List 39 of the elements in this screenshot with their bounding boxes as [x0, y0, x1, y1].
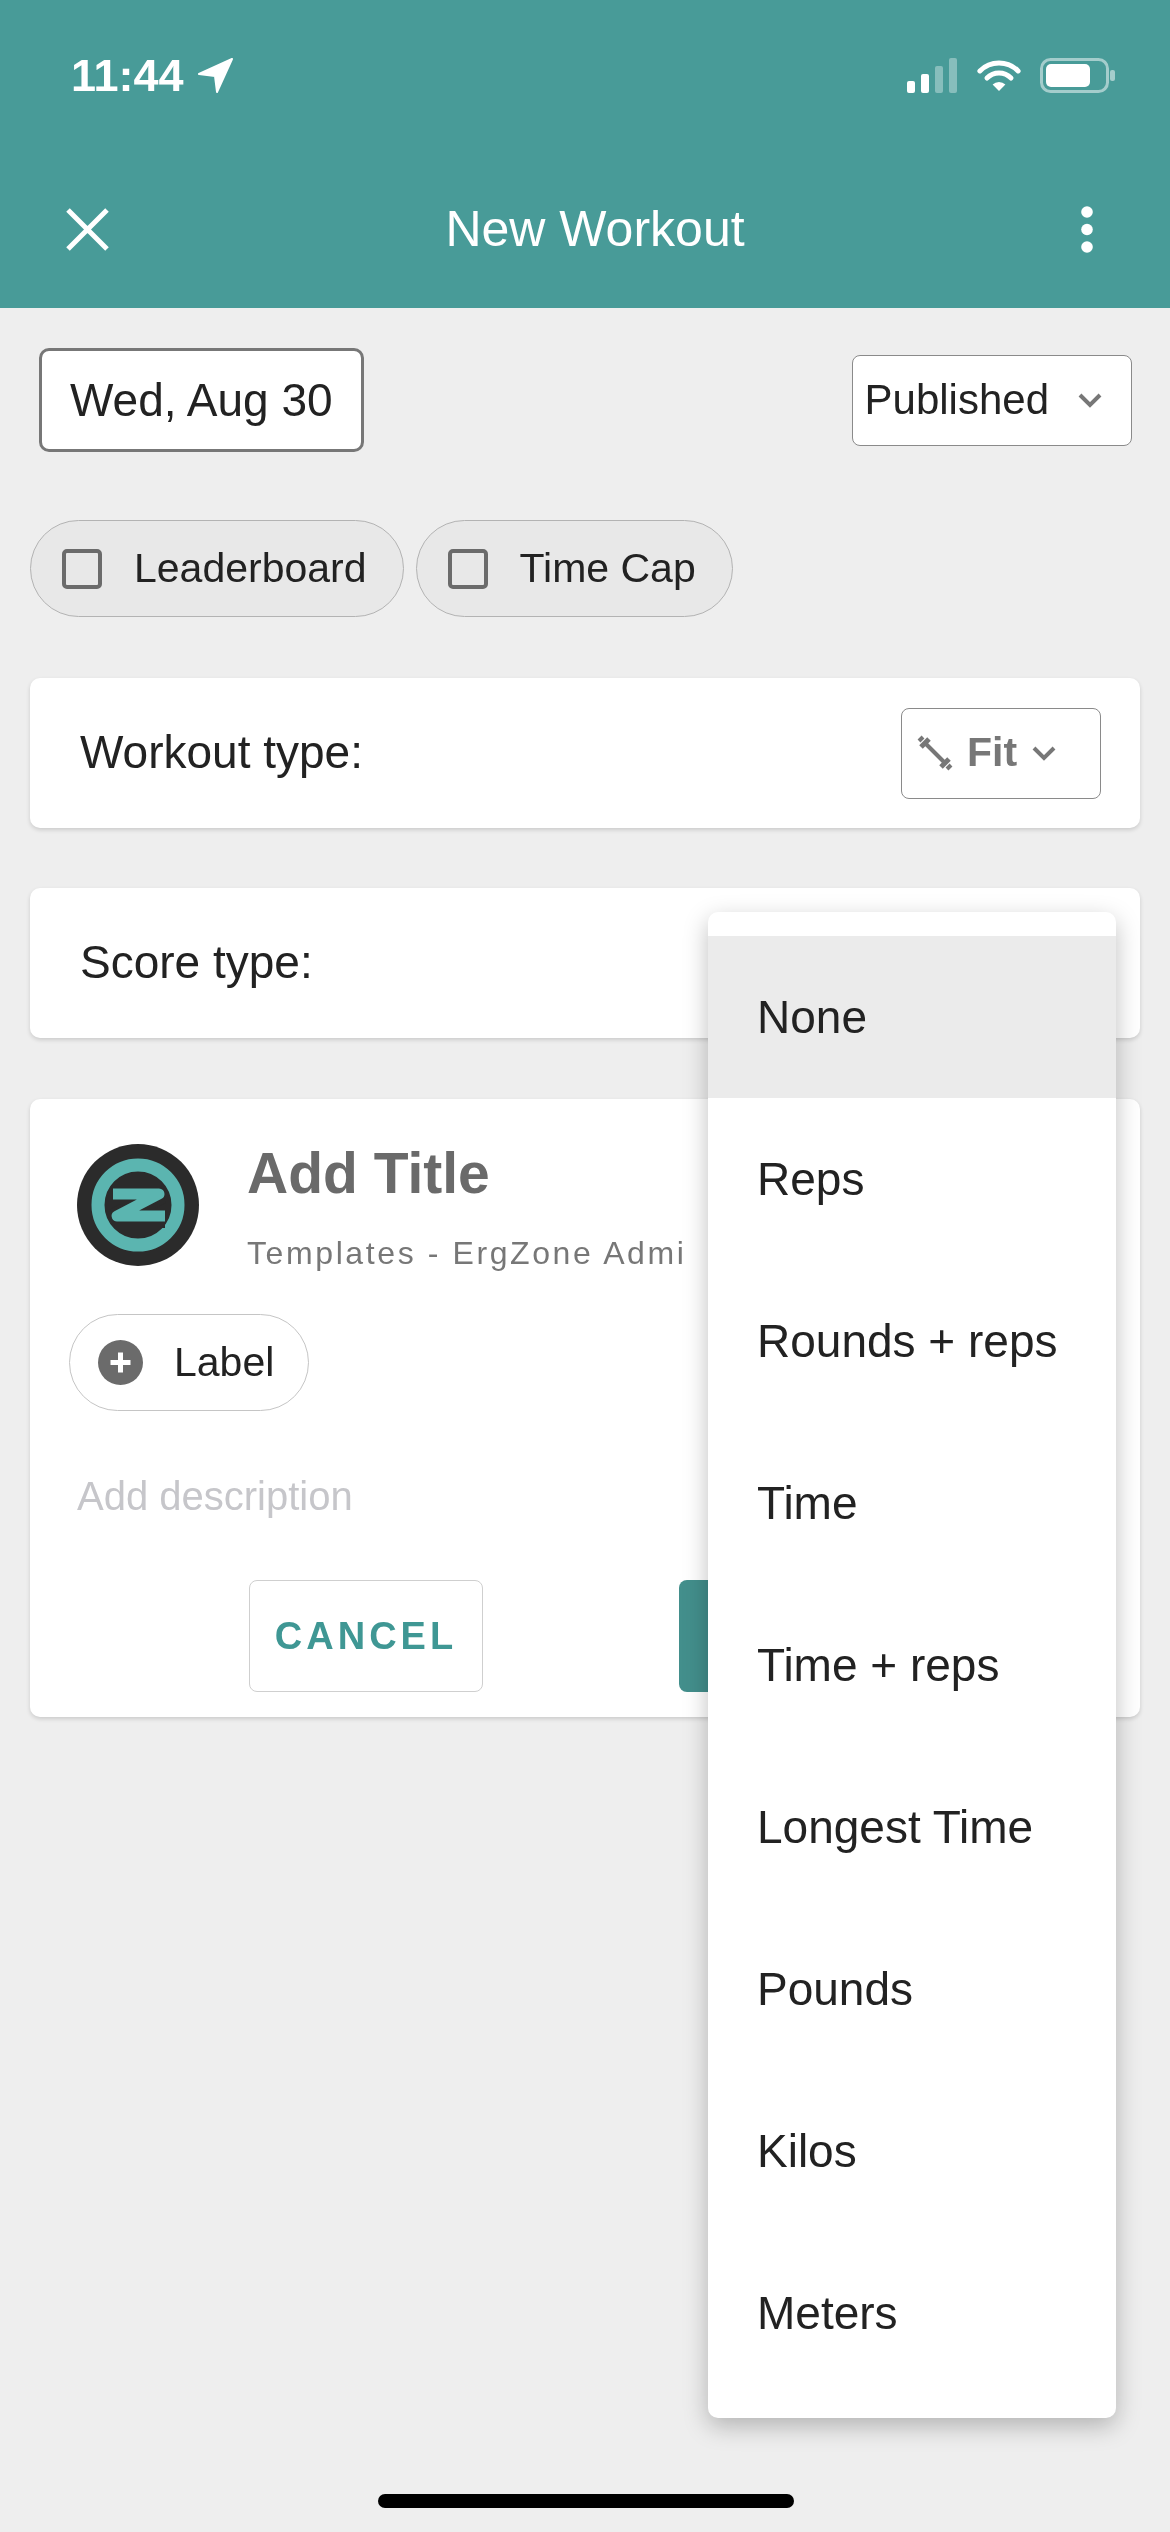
field-label: Workout type:: [80, 725, 363, 781]
menu-option[interactable]: Pounds: [708, 1908, 1116, 2070]
workout-type-select[interactable]: Fit: [901, 707, 1101, 799]
menu-option[interactable]: Meters: [708, 2232, 1116, 2394]
publish-value: Published: [864, 374, 1049, 425]
field-label: Score type:: [80, 935, 313, 991]
toggle-chip[interactable]: Leaderboard: [30, 520, 404, 617]
description-field[interactable]: Add description: [77, 1466, 617, 1526]
chevron-icon: [1031, 745, 1058, 761]
publish-select[interactable]: Published: [851, 354, 1132, 446]
checkbox[interactable]: [447, 548, 488, 589]
menu-option[interactable]: Reps: [708, 1098, 1116, 1260]
chevron-icon: [1077, 392, 1103, 408]
date-button[interactable]: Wed, Aug 30: [39, 348, 364, 452]
toggle-label: Time Cap: [519, 543, 696, 593]
location-arrow-icon: [196, 56, 234, 94]
add-label-button[interactable]: Label: [69, 1314, 309, 1411]
battery-icon: [1040, 57, 1115, 93]
status-time: 11:44: [71, 52, 184, 98]
plus-icon: [98, 1340, 143, 1385]
menu-option[interactable]: Rounds + reps: [708, 1260, 1116, 1422]
add-label-text: Label: [174, 1337, 275, 1387]
workout-title[interactable]: Add Title: [247, 1141, 490, 1205]
close-icon[interactable]: [66, 207, 109, 251]
toggle-chip[interactable]: Time Cap: [415, 520, 733, 617]
menu-option[interactable]: Longest Time: [708, 1746, 1116, 1908]
menu-option[interactable]: Kilos: [708, 2070, 1116, 2232]
workout-subtitle: Templates - ErgZone Admi: [247, 1234, 687, 1273]
dumbbell-icon: [917, 735, 953, 771]
menu-option[interactable]: None: [708, 936, 1116, 1098]
more-icon[interactable]: [1081, 205, 1093, 253]
logo-icon: [77, 1144, 199, 1266]
signal-icon: [907, 57, 957, 93]
workout-type-value: Fit: [967, 728, 1018, 778]
screen-title: New Workout: [444, 200, 746, 259]
menu-option[interactable]: Time + reps: [708, 1584, 1116, 1746]
checkbox[interactable]: [62, 548, 102, 589]
toggle-label: Leaderboard: [134, 543, 367, 593]
menu-option[interactable]: Time: [708, 1422, 1116, 1584]
